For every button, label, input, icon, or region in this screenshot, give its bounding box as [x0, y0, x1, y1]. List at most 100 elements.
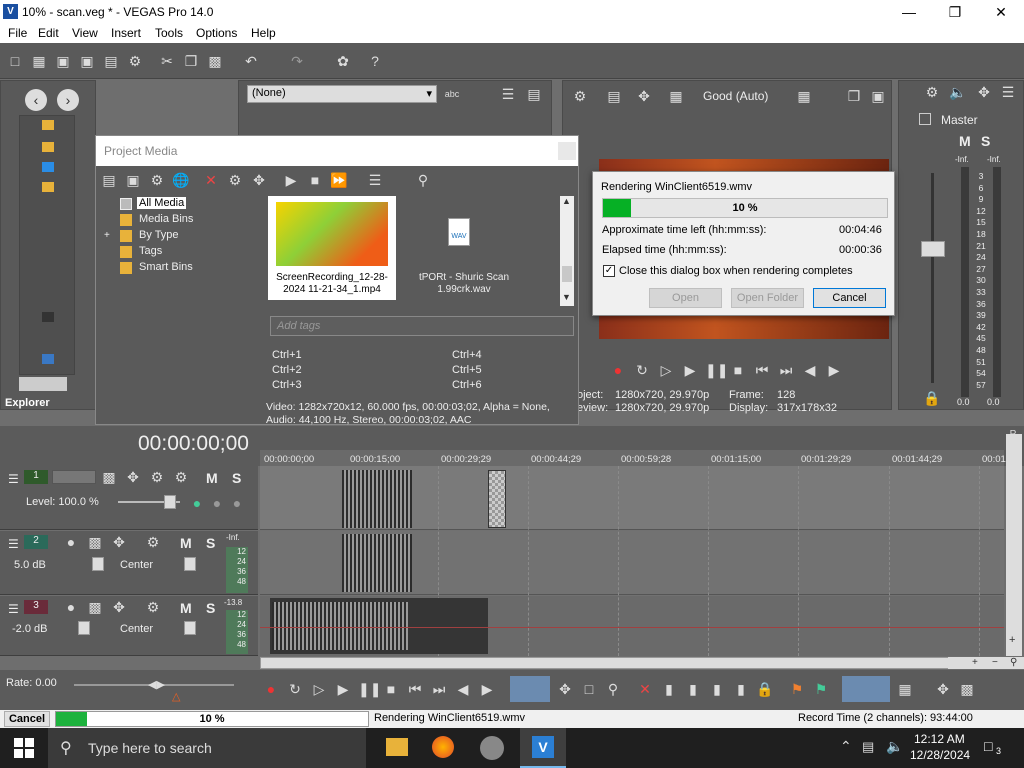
properties-icon[interactable]: ⚙ — [126, 52, 144, 70]
volume-slider-thumb[interactable] — [92, 557, 104, 571]
render-icon[interactable]: ▤ — [102, 52, 120, 70]
explorer-tab[interactable]: Explorer — [5, 397, 50, 409]
vegas-taskbar-icon[interactable]: V — [520, 728, 566, 768]
track-2-solo[interactable]: S — [206, 535, 215, 551]
shortcut-3[interactable]: Ctrl+3 — [272, 379, 302, 391]
notification-icon[interactable]: □ — [984, 738, 992, 754]
clock-time[interactable]: 12:12 AM — [914, 732, 965, 746]
pause-icon[interactable]: ❚❚ — [358, 680, 381, 698]
mixer-icon[interactable]: ☰ — [999, 83, 1017, 101]
track-fx-icon[interactable]: ⚙ — [144, 598, 162, 616]
menu-edit[interactable]: Edit — [38, 26, 59, 40]
menu-view[interactable]: View — [72, 26, 98, 40]
ripple-icon[interactable]: ▦ — [896, 680, 914, 698]
go-end-icon[interactable]: ⏭ — [777, 361, 795, 379]
parent-icon[interactable]: ● — [228, 494, 246, 512]
clock-date[interactable]: 12/28/2024 — [910, 748, 970, 762]
lock-icon[interactable]: 🔒 — [756, 680, 774, 698]
automation-icon[interactable]: ✥ — [110, 598, 128, 616]
file-explorer-icon[interactable] — [386, 738, 408, 756]
region-icon[interactable]: ⚑ — [812, 680, 830, 698]
plugin-icon[interactable]: ✿ — [334, 52, 352, 70]
invert-phase-icon[interactable]: ▩ — [86, 533, 104, 551]
tree-media-bins[interactable]: Media Bins — [139, 213, 193, 225]
settings-icon[interactable]: ⚙ — [923, 83, 941, 101]
track-expand-icon[interactable]: ☰ — [8, 602, 19, 616]
firefox-icon[interactable] — [432, 736, 454, 758]
open-button[interactable]: Open — [649, 288, 722, 308]
scroll-up-icon[interactable]: ▲ — [562, 196, 571, 206]
redo-icon[interactable]: ↷ — [288, 52, 306, 70]
track-properties-icon[interactable]: ⚙ — [172, 468, 190, 486]
status-cancel-button[interactable]: Cancel — [4, 711, 50, 727]
record-icon[interactable]: ● — [609, 361, 627, 379]
track-motion-icon[interactable]: ▩ — [100, 468, 118, 486]
quality-dropdown[interactable]: Good (Auto) — [703, 89, 768, 103]
composite-mode-icon[interactable]: ● — [188, 494, 206, 512]
windows-start-icon[interactable] — [14, 738, 34, 758]
paste-icon[interactable]: ▩ — [206, 52, 224, 70]
pan-slider-thumb[interactable] — [184, 557, 196, 571]
open-icon[interactable]: ▦ — [30, 52, 48, 70]
close-button[interactable]: ✕ — [978, 2, 1024, 22]
tray-chevron-up-icon[interactable]: ⌃ — [840, 738, 852, 755]
close-when-done-checkbox[interactable]: ✓ — [603, 265, 615, 277]
stop-icon[interactable]: ■ — [306, 171, 324, 189]
zoom-tool-icon[interactable]: ⚲ — [604, 680, 622, 698]
level-slider-thumb[interactable] — [164, 495, 176, 509]
play-icon[interactable]: ▶ — [681, 361, 699, 379]
envelope-tool-icon[interactable]: ✥ — [556, 680, 574, 698]
menu-options[interactable]: Options — [196, 26, 237, 40]
trimmer-dropdown[interactable]: (None) ▾ — [247, 85, 437, 103]
media-scrollbar[interactable]: ▲ ▼ — [560, 196, 574, 306]
record-icon[interactable]: ● — [262, 680, 280, 698]
selection-tool-icon[interactable]: □ — [580, 680, 598, 698]
menu-file[interactable]: File — [8, 26, 27, 40]
fx-icon[interactable]: ✥ — [975, 83, 993, 101]
overlay-icon[interactable]: ▦ — [667, 87, 685, 105]
stop-icon[interactable]: ■ — [382, 680, 400, 698]
zoom-icon[interactable]: ⚲ — [1010, 657, 1017, 668]
track-fx-icon[interactable]: ⚙ — [148, 468, 166, 486]
track-3-solo[interactable]: S — [206, 600, 215, 616]
prev-frame-icon[interactable]: ◀ — [801, 361, 819, 379]
track-2-mute[interactable]: M — [180, 535, 192, 551]
tree-all-media[interactable]: All Media — [137, 197, 187, 209]
shortcut-1[interactable]: Ctrl+1 — [272, 349, 302, 361]
speaker-icon[interactable]: 🔈 — [949, 83, 967, 101]
next-frame-icon[interactable]: ▶ — [825, 361, 843, 379]
trim-icon[interactable]: ▮ — [660, 680, 678, 698]
minimize-button[interactable]: — — [886, 2, 932, 22]
track-3-mute[interactable]: M — [180, 600, 192, 616]
delete-icon[interactable]: ✕ — [636, 680, 654, 698]
shortcut-5[interactable]: Ctrl+5 — [452, 364, 482, 376]
import-media-icon[interactable]: ▤ — [100, 171, 118, 189]
group-icon[interactable]: ▩ — [958, 680, 976, 698]
shortcut-6[interactable]: Ctrl+6 — [452, 379, 482, 391]
web-icon[interactable]: 🌐 — [172, 171, 190, 189]
zoom-in-button[interactable]: + — [972, 657, 978, 668]
master-mute[interactable]: M — [959, 133, 971, 149]
spellcheck-icon[interactable]: abc — [443, 85, 461, 103]
get-media-icon[interactable]: ⚙ — [148, 171, 166, 189]
mask-icon[interactable]: ● — [208, 494, 226, 512]
undo-icon[interactable]: ↶ — [242, 52, 260, 70]
track-name-field[interactable] — [52, 470, 96, 484]
forward-icon[interactable]: › — [57, 89, 79, 111]
track-expand-icon[interactable]: ☰ — [8, 537, 19, 551]
volume-slider-thumb[interactable] — [78, 621, 90, 635]
vertical-zoom-bar[interactable]: + — [1006, 434, 1022, 656]
back-icon[interactable]: ‹ — [25, 89, 47, 111]
track-1-solo[interactable]: S — [232, 470, 241, 486]
trim-end-icon[interactable]: ▮ — [708, 680, 726, 698]
auto-crossfade-icon[interactable] — [866, 676, 890, 702]
project-media-close-button[interactable] — [558, 142, 576, 160]
play-icon[interactable]: ▶ — [334, 680, 352, 698]
shortcut-4[interactable]: Ctrl+4 — [452, 349, 482, 361]
menu-tools[interactable]: Tools — [155, 26, 183, 40]
track-1-mute[interactable]: M — [206, 470, 218, 486]
invert-phase-icon[interactable]: ▩ — [86, 598, 104, 616]
network-tray-icon[interactable]: ▤ — [862, 739, 874, 755]
media-item-audio[interactable]: WAV tPORt - Shuric Scan 1.99crk.wav — [400, 196, 530, 300]
cut-icon[interactable]: ✂ — [158, 52, 176, 70]
